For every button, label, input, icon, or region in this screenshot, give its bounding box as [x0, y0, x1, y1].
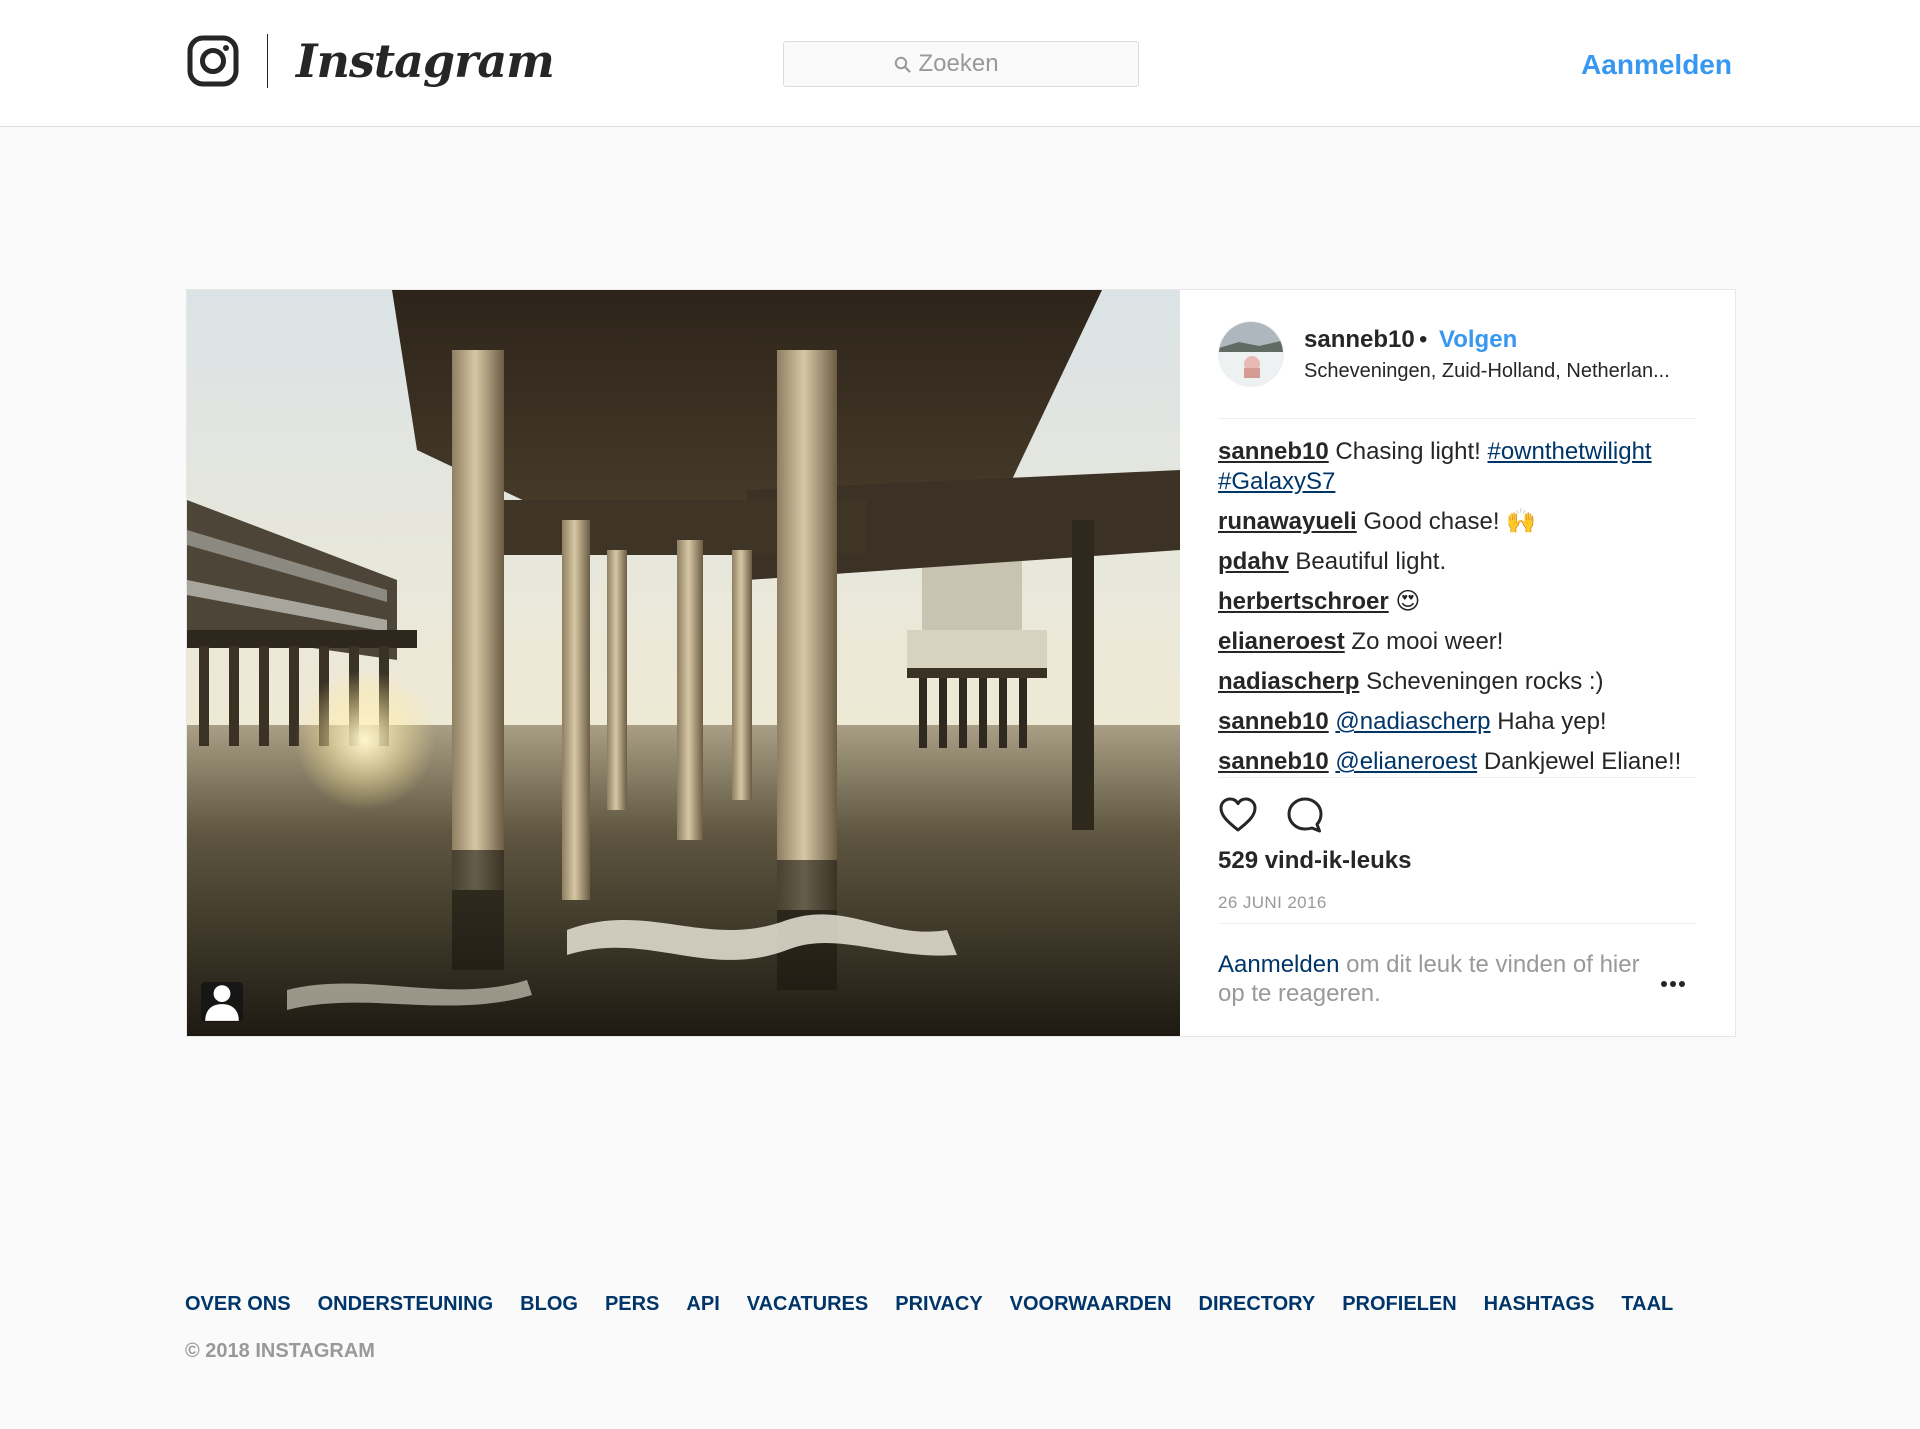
- comment-item: elianeroest Zo mooi weer!: [1218, 627, 1696, 657]
- hashtag-link[interactable]: #GalaxyS7: [1218, 468, 1335, 495]
- comment-username[interactable]: herbertschroer: [1218, 588, 1389, 615]
- post-header: sanneb10 • Volgen Scheveningen, Zuid-Hol…: [1218, 321, 1696, 387]
- footer-link-hashtags[interactable]: HASHTAGS: [1484, 1291, 1595, 1317]
- footer-link-directory[interactable]: DIRECTORY: [1199, 1291, 1316, 1317]
- header-separator: •: [1419, 326, 1428, 353]
- footer-link-vacatures[interactable]: VACATURES: [747, 1291, 868, 1317]
- heart-icon[interactable]: [1218, 795, 1258, 835]
- footer-link-blog[interactable]: BLOG: [520, 1291, 578, 1317]
- follow-button[interactable]: Volgen: [1439, 325, 1517, 355]
- search-input[interactable]: [918, 50, 1029, 78]
- comment-username[interactable]: nadiascherp: [1218, 668, 1359, 695]
- footer-link-taal[interactable]: TAAL: [1621, 1291, 1673, 1317]
- comment-text: Dankjewel Eliane!!: [1483, 748, 1682, 775]
- post-sidebar: sanneb10 • Volgen Scheveningen, Zuid-Hol…: [1218, 290, 1696, 1036]
- comment-text: 😍: [1395, 588, 1421, 615]
- comment-item: runawayueli Good chase! 🙌: [1218, 507, 1696, 537]
- comment-item: herbertschroer 😍: [1218, 587, 1696, 617]
- comment-username[interactable]: runawayueli: [1218, 508, 1357, 535]
- footer-link-voorwaarden[interactable]: VOORWAARDEN: [1010, 1291, 1172, 1317]
- comment-text: Beautiful light.: [1295, 548, 1447, 575]
- login-button[interactable]: Aanmelden: [1580, 46, 1732, 84]
- post-photo[interactable]: [187, 290, 1180, 1036]
- copyright: © 2018 INSTAGRAM: [185, 1340, 375, 1362]
- brand-logo[interactable]: Instagram: [187, 30, 555, 92]
- avatar-image: [1219, 322, 1283, 386]
- post-username[interactable]: sanneb10: [1304, 325, 1415, 355]
- logo-divider: [267, 34, 268, 88]
- instagram-camera-icon[interactable]: [187, 35, 239, 87]
- comment-username[interactable]: pdahv: [1218, 548, 1289, 575]
- comment-bubble-icon[interactable]: [1285, 795, 1325, 835]
- footer-navigation: OVER ONS ONDERSTEUNING BLOG PERS API VAC…: [185, 1291, 1700, 1317]
- footer-link-over-ons[interactable]: OVER ONS: [185, 1291, 291, 1317]
- footer-link-api[interactable]: API: [686, 1291, 719, 1317]
- comment-item: sanneb10 Chasing light! #ownthetwilight …: [1218, 437, 1696, 497]
- comment-item: nadiascherp Scheveningen rocks :): [1218, 667, 1696, 697]
- footer-link-pers[interactable]: PERS: [605, 1291, 659, 1317]
- post-date[interactable]: 26 JUNI 2016: [1218, 892, 1327, 914]
- comment-text: Scheveningen rocks :): [1366, 668, 1604, 695]
- comment-username[interactable]: sanneb10: [1218, 708, 1329, 735]
- login-prompt: Aanmelden om dit leuk te vinden of hier …: [1218, 950, 1658, 1008]
- footer-link-ondersteuning[interactable]: ONDERSTEUNING: [318, 1291, 494, 1317]
- more-options-icon[interactable]: [1655, 976, 1691, 992]
- header-divider: [1218, 418, 1696, 419]
- login-link[interactable]: Aanmelden: [1218, 951, 1339, 978]
- hashtag-link[interactable]: #ownthetwilight: [1487, 438, 1651, 465]
- post-actions: [1218, 795, 1696, 835]
- mention-link[interactable]: @nadiascherp: [1335, 708, 1490, 735]
- comment-item: sanneb10 @nadiascherp Haha yep!: [1218, 707, 1696, 737]
- pier-photo-image: [187, 290, 1180, 1036]
- comment-item: sanneb10 @elianeroest Dankjewel Eliane!!: [1218, 747, 1696, 777]
- comment-text: Chasing light!: [1335, 438, 1481, 465]
- search-box[interactable]: [783, 41, 1139, 87]
- top-navigation-bar: Instagram Aanmelden: [0, 0, 1920, 127]
- comment-text: Good chase! 🙌: [1363, 508, 1537, 535]
- comment-username[interactable]: sanneb10: [1218, 748, 1329, 775]
- post-location[interactable]: Scheveningen, Zuid-Holland, Netherlan...: [1304, 358, 1696, 384]
- search-icon: [894, 56, 911, 73]
- footer-link-profielen[interactable]: PROFIELEN: [1342, 1291, 1456, 1317]
- user-tag-icon: [205, 985, 239, 1021]
- comment-username[interactable]: elianeroest: [1218, 628, 1345, 655]
- comment-item: pdahv Beautiful light.: [1218, 547, 1696, 577]
- avatar[interactable]: [1218, 321, 1284, 387]
- tagged-users-button[interactable]: [201, 982, 243, 1022]
- comments-divider: [1218, 777, 1696, 778]
- comment-text: Zo mooi weer!: [1351, 628, 1504, 655]
- mention-link[interactable]: @elianeroest: [1335, 748, 1477, 775]
- like-count[interactable]: 529 vind-ik-leuks: [1218, 846, 1411, 876]
- footer-link-privacy[interactable]: PRIVACY: [895, 1291, 982, 1317]
- comment-text: Haha yep!: [1497, 708, 1607, 735]
- comment-username[interactable]: sanneb10: [1218, 438, 1329, 465]
- instagram-wordmark[interactable]: Instagram: [296, 38, 555, 84]
- post-card: sanneb10 • Volgen Scheveningen, Zuid-Hol…: [186, 289, 1736, 1037]
- actions-divider: [1218, 923, 1696, 924]
